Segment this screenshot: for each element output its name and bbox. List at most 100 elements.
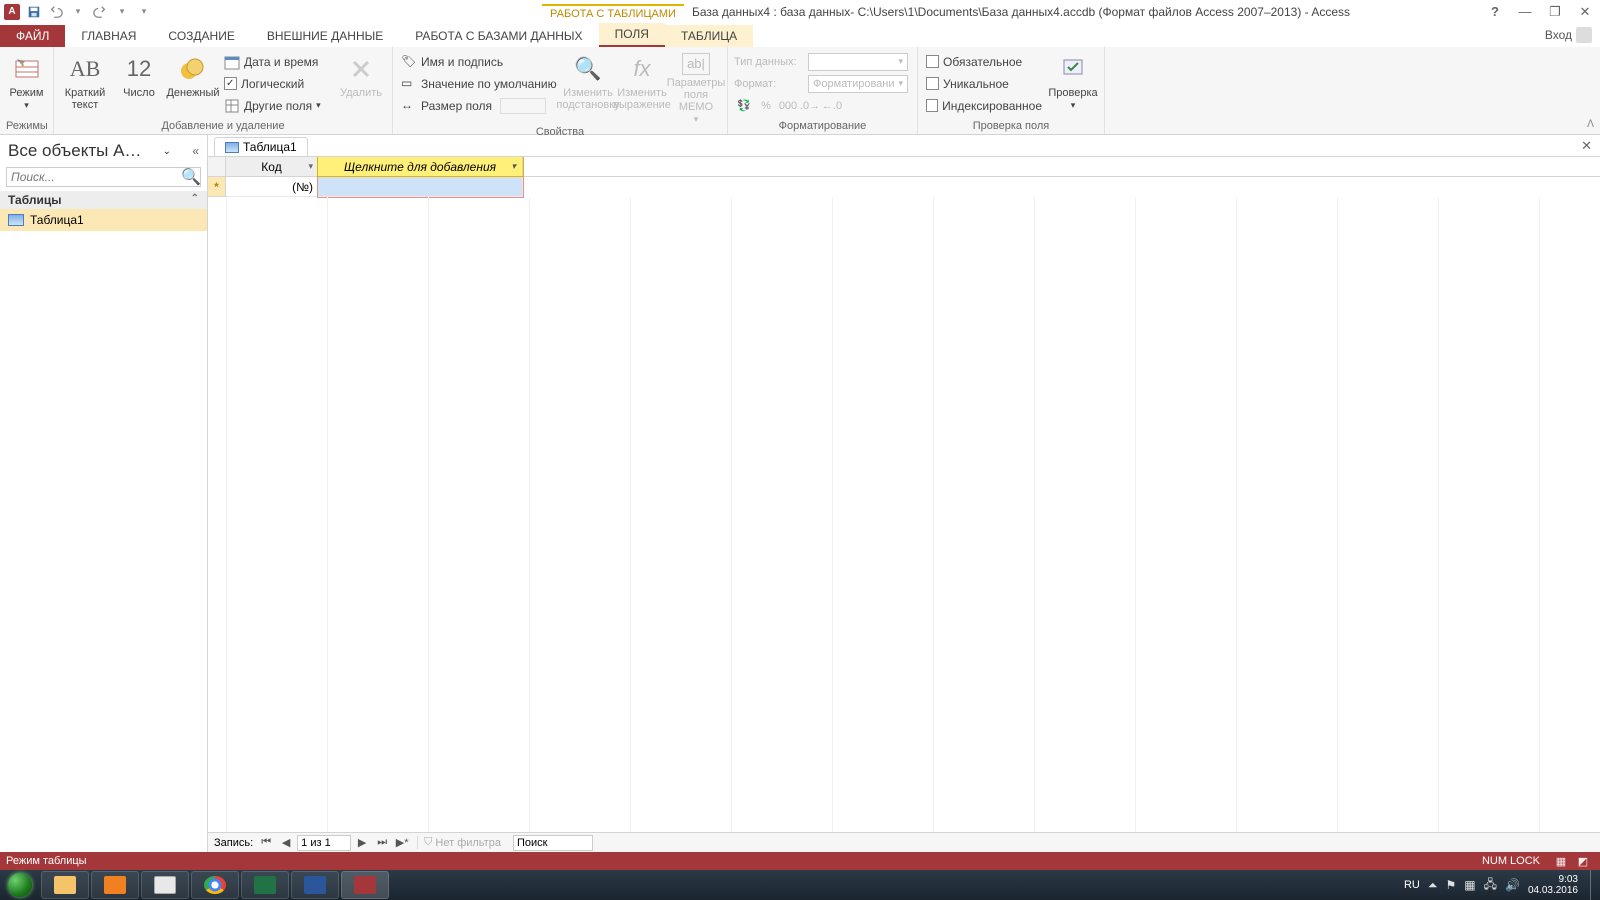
indexed-checkbox[interactable]: Индексированное [924,95,1044,116]
chevron-down-icon[interactable]: ⌄ [163,146,171,157]
document-tab-table1[interactable]: Таблица1 [214,137,308,156]
design-view-icon[interactable]: ◩ [1572,853,1594,869]
tab-file[interactable]: ФАЙЛ [0,25,65,47]
nav-pane-title: Все объекты A… [8,141,141,161]
taskbar-chrome[interactable] [191,871,239,899]
new-row-indicator-icon[interactable]: * [208,177,226,197]
new-record-icon[interactable]: ▶* [393,835,411,851]
action-center-icon[interactable]: ⚑ [1445,878,1456,892]
language-indicator[interactable]: RU [1404,879,1420,891]
nav-item-table1[interactable]: Таблица1 [0,209,207,231]
tab-database-tools[interactable]: РАБОТА С БАЗАМИ ДАННЫХ [399,25,598,47]
datetime-button[interactable]: Дата и время [222,51,332,72]
yesno-button[interactable]: Логический [222,73,332,94]
field-size-button[interactable]: ↔ Размер поля [399,95,559,116]
taskbar-access[interactable] [341,871,389,899]
last-record-icon[interactable]: ⏭ [373,835,391,851]
show-hidden-icons-icon[interactable]: ⏶ [1428,878,1438,893]
collapse-ribbon-icon[interactable]: ᐱ [1587,119,1594,130]
tray-app-icon[interactable]: ▦ [1464,878,1475,892]
tab-external-data[interactable]: ВНЕШНИЕ ДАННЫЕ [251,25,399,47]
default-value-icon: ▭ [401,76,417,92]
default-value-button[interactable]: ▭ Значение по умолчанию [399,73,559,94]
thousands-format-icon[interactable]: 000 [778,97,798,115]
excel-icon [254,876,276,894]
undo-dropdown-icon[interactable]: ▾ [70,4,86,20]
required-checkbox[interactable]: Обязательное [924,51,1044,72]
nav-item-label: Таблица1 [30,213,84,227]
modify-lookup-button[interactable]: 🔍 Изменить подстановку [563,51,613,111]
decrease-decimals-icon[interactable]: ←.0 [822,97,842,115]
redo-dropdown-icon[interactable]: ▾ [114,4,130,20]
access-logo-icon: A [4,4,20,20]
redo-icon[interactable] [92,4,108,20]
first-record-icon[interactable]: ⏮ [257,835,275,851]
tab-fields[interactable]: ПОЛЯ [599,23,665,47]
currency-button[interactable]: Денежный [168,51,218,99]
network-icon[interactable]: 🖧 [1484,875,1497,896]
volume-icon[interactable]: 🔊 [1505,878,1520,892]
format-combo[interactable]: Форматировани▾ [808,75,908,93]
unique-checkbox[interactable]: Уникальное [924,73,1044,94]
nav-collapse-icon[interactable]: « [192,144,199,158]
qat-customize-icon[interactable]: ▾ [136,4,152,20]
quick-access-toolbar: A ▾ ▾ ▾ [0,4,152,20]
modify-lookup-label: Изменить подстановку [556,87,619,111]
close-icon[interactable]: ✕ [1570,1,1600,23]
close-document-icon[interactable]: ✕ [1581,138,1592,154]
nav-category-tables[interactable]: Таблицы ⌃ [0,191,207,209]
tab-home[interactable]: ГЛАВНАЯ [65,25,152,47]
modify-expression-button[interactable]: fx Изменить выражение [617,51,667,111]
view-button[interactable]: Режим ▾ [6,51,47,111]
cell-new-field[interactable] [318,177,523,197]
record-search-input[interactable] [513,835,593,851]
collapse-category-icon[interactable]: ⌃ [191,193,199,207]
help-icon[interactable]: ? [1480,1,1510,23]
next-record-icon[interactable]: ▶ [353,835,371,851]
show-desktop-button[interactable] [1590,870,1596,900]
chevron-down-icon[interactable]: ▾ [308,161,313,172]
chevron-down-icon: ▾ [316,100,321,111]
delete-button[interactable]: Удалить [336,51,386,99]
undo-icon[interactable] [48,4,64,20]
field-size-icon: ↔ [401,98,417,114]
datasheet-view-icon[interactable]: ▦ [1550,853,1572,869]
nav-pane-header[interactable]: Все объекты A… ⌄ « [0,135,207,167]
percent-format-icon[interactable]: % [756,97,776,115]
minimize-icon[interactable]: ― [1510,1,1540,23]
memo-settings-button[interactable]: ab| Параметры поля MEMO ▾ [671,51,721,125]
tab-create[interactable]: СОЗДАНИЕ [152,25,250,47]
name-caption-button[interactable]: 🏷 Имя и подпись [399,51,559,72]
search-icon[interactable]: 🔍 [182,168,200,186]
taskbar-word[interactable] [291,871,339,899]
short-text-button[interactable]: AB Краткий текст [60,51,110,111]
tab-table[interactable]: ТАБЛИЦА [665,25,753,47]
short-text-label: Краткий текст [60,87,110,111]
taskbar-wordpad[interactable] [141,871,189,899]
record-position-input[interactable] [297,835,351,851]
start-button[interactable] [0,870,40,900]
validation-button[interactable]: Проверка ▾ [1048,51,1098,111]
table-icon [225,142,239,153]
filter-indicator[interactable]: ⛉ Нет фильтра [417,836,507,849]
taskbar-explorer[interactable] [41,871,89,899]
chevron-down-icon[interactable]: ▾ [511,161,516,172]
more-fields-button[interactable]: Другие поля ▾ [222,95,332,116]
restore-icon[interactable]: ❐ [1540,1,1570,23]
select-all-corner[interactable] [208,157,226,176]
prev-record-icon[interactable]: ◀ [277,835,295,851]
field-size-input[interactable] [500,98,546,114]
number-button[interactable]: 12 Число [114,51,164,99]
increase-decimals-icon[interactable]: .0→ [800,97,820,115]
taskbar-excel[interactable] [241,871,289,899]
sign-in-link[interactable]: Вход [1537,23,1600,47]
column-header-add[interactable]: Щелкните для добавления ▾ [318,157,523,176]
cell-id-new[interactable]: (№) [226,177,318,197]
taskbar-clock[interactable]: 9:03 04.03.2016 [1528,874,1582,896]
save-icon[interactable] [26,4,42,20]
currency-format-icon[interactable]: 💱 [734,97,754,115]
taskbar-media-player[interactable] [91,871,139,899]
datatype-combo[interactable]: ▾ [808,53,908,71]
nav-search-input[interactable] [7,168,182,186]
column-header-id[interactable]: Код ▾ [226,157,318,176]
